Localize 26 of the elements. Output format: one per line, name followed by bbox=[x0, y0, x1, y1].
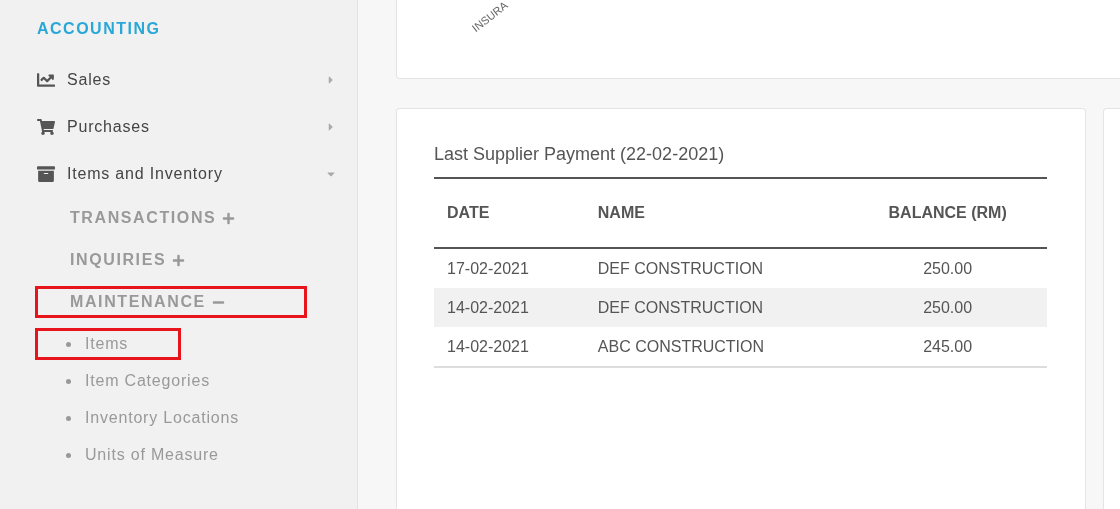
table-cell: DEF CONSTRUCTION bbox=[584, 288, 850, 327]
submenu-item[interactable]: Inventory Locations bbox=[35, 402, 339, 434]
table-cell: DEF CONSTRUCTION bbox=[584, 248, 850, 288]
menu-item[interactable]: Sales bbox=[37, 56, 339, 103]
submenu-heading[interactable]: INQUIRIES bbox=[35, 244, 221, 276]
menu-item[interactable]: Purchases bbox=[37, 103, 339, 150]
table-cell: 245.00 bbox=[849, 327, 1047, 367]
table-cell: 17-02-2021 bbox=[434, 248, 585, 288]
archive-icon bbox=[37, 164, 55, 183]
submenu-heading[interactable]: TRANSACTIONS bbox=[35, 202, 271, 234]
table-cell: 14-02-2021 bbox=[434, 327, 585, 367]
submenu-item[interactable]: Items bbox=[35, 328, 181, 360]
submenu-heading[interactable]: MAINTENANCE bbox=[35, 286, 307, 318]
table-cell: 14-02-2021 bbox=[434, 288, 585, 327]
submenu-item[interactable]: Units of Measure bbox=[35, 439, 339, 471]
cart-icon bbox=[37, 117, 55, 136]
plus-icon bbox=[172, 253, 186, 267]
card-title: Last Supplier Payment (22-02-2021) bbox=[434, 144, 726, 165]
table-cell: ABC CONSTRUCTION bbox=[584, 327, 850, 367]
section-heading: ACCOUNTING bbox=[37, 20, 162, 39]
table-cell: 250.00 bbox=[849, 248, 1047, 288]
submenu-item[interactable]: Item Categories bbox=[35, 365, 339, 397]
menu-item[interactable]: Items and Inventory bbox=[37, 150, 339, 197]
chart-icon bbox=[37, 70, 55, 89]
table-cell: 250.00 bbox=[849, 288, 1047, 327]
plus-icon bbox=[222, 211, 236, 225]
